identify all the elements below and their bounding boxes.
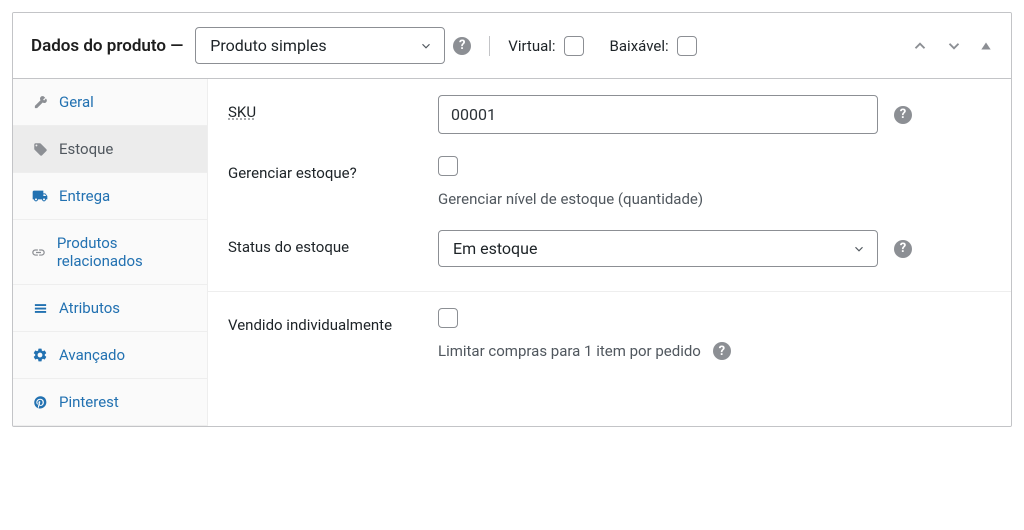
tab-advanced[interactable]: Avançado [13, 332, 207, 379]
virtual-toggle: Virtual: [508, 36, 583, 56]
stock-status-row: Status do estoque Em estoque ? [208, 224, 1011, 291]
panel-header: Dados do produto — Produto simples ? Vir… [13, 13, 1011, 79]
sku-stock-group: SKU ? Gerenciar estoque? Gerenciar nível… [208, 79, 1011, 292]
sold-individually-desc: Limitar compras para 1 item por pedido [438, 342, 701, 360]
link-icon [31, 245, 47, 260]
manage-stock-label: Gerenciar estoque? [228, 156, 438, 182]
tab-linked[interactable]: Produtos relacionados [13, 220, 207, 285]
sku-row: SKU ? [208, 79, 1011, 150]
move-down-icon[interactable] [945, 37, 963, 55]
collapse-icon[interactable] [979, 39, 993, 53]
tab-general[interactable]: Geral [13, 79, 207, 126]
virtual-label: Virtual: [508, 37, 555, 55]
sold-individually-row: Vendido individualmente Limitar compras … [208, 292, 1011, 400]
list-icon [31, 301, 49, 316]
sku-label: SKU [228, 95, 438, 121]
panel-controls [911, 37, 993, 55]
divider [489, 36, 490, 56]
stock-status-value: Em estoque [453, 239, 537, 258]
tab-content: SKU ? Gerenciar estoque? Gerenciar nível… [208, 79, 1011, 426]
stock-status-label: Status do estoque [228, 230, 438, 256]
chevron-down-icon [852, 242, 866, 256]
sku-input[interactable] [438, 95, 878, 134]
panel-title: Dados do produto — [31, 36, 183, 56]
sold-individually-checkbox[interactable] [438, 308, 458, 328]
tab-label: Estoque [59, 140, 113, 158]
tab-label: Geral [59, 93, 94, 111]
downloadable-label: Baixável: [610, 37, 669, 55]
product-type-value: Produto simples [210, 36, 326, 55]
tab-attributes[interactable]: Atributos [13, 285, 207, 332]
product-type-select[interactable]: Produto simples [195, 27, 445, 64]
help-icon[interactable]: ? [894, 240, 912, 258]
manage-stock-checkbox[interactable] [438, 156, 458, 176]
pinterest-icon [31, 395, 49, 410]
help-icon[interactable]: ? [453, 37, 471, 55]
tag-icon [31, 142, 49, 157]
tab-inventory[interactable]: Estoque [13, 126, 207, 173]
tab-shipping[interactable]: Entrega [13, 173, 207, 220]
gear-icon [31, 347, 49, 363]
help-icon[interactable]: ? [713, 342, 731, 360]
tab-label: Atributos [59, 299, 120, 317]
tab-label: Produtos relacionados [57, 234, 189, 270]
product-data-panel: Dados do produto — Produto simples ? Vir… [12, 12, 1012, 427]
sidebar-tabs: Geral Estoque Entrega Produtos relaciona… [13, 79, 208, 426]
tab-label: Pinterest [59, 393, 119, 411]
downloadable-checkbox[interactable] [677, 36, 697, 56]
downloadable-toggle: Baixável: [610, 36, 697, 56]
move-up-icon[interactable] [911, 37, 929, 55]
virtual-checkbox[interactable] [564, 36, 584, 56]
tab-label: Avançado [59, 346, 125, 364]
stock-status-select[interactable]: Em estoque [438, 230, 878, 267]
tab-pinterest[interactable]: Pinterest [13, 379, 207, 426]
chevron-down-icon [419, 39, 433, 53]
help-icon[interactable]: ? [894, 106, 912, 124]
manage-stock-row: Gerenciar estoque? Gerenciar nível de es… [208, 150, 1011, 224]
wrench-icon [31, 95, 49, 110]
panel-body: Geral Estoque Entrega Produtos relaciona… [13, 79, 1011, 426]
truck-icon [31, 188, 49, 204]
manage-stock-desc: Gerenciar nível de estoque (quantidade) [438, 190, 703, 208]
sold-individually-label: Vendido individualmente [228, 308, 438, 334]
tab-label: Entrega [59, 187, 110, 205]
